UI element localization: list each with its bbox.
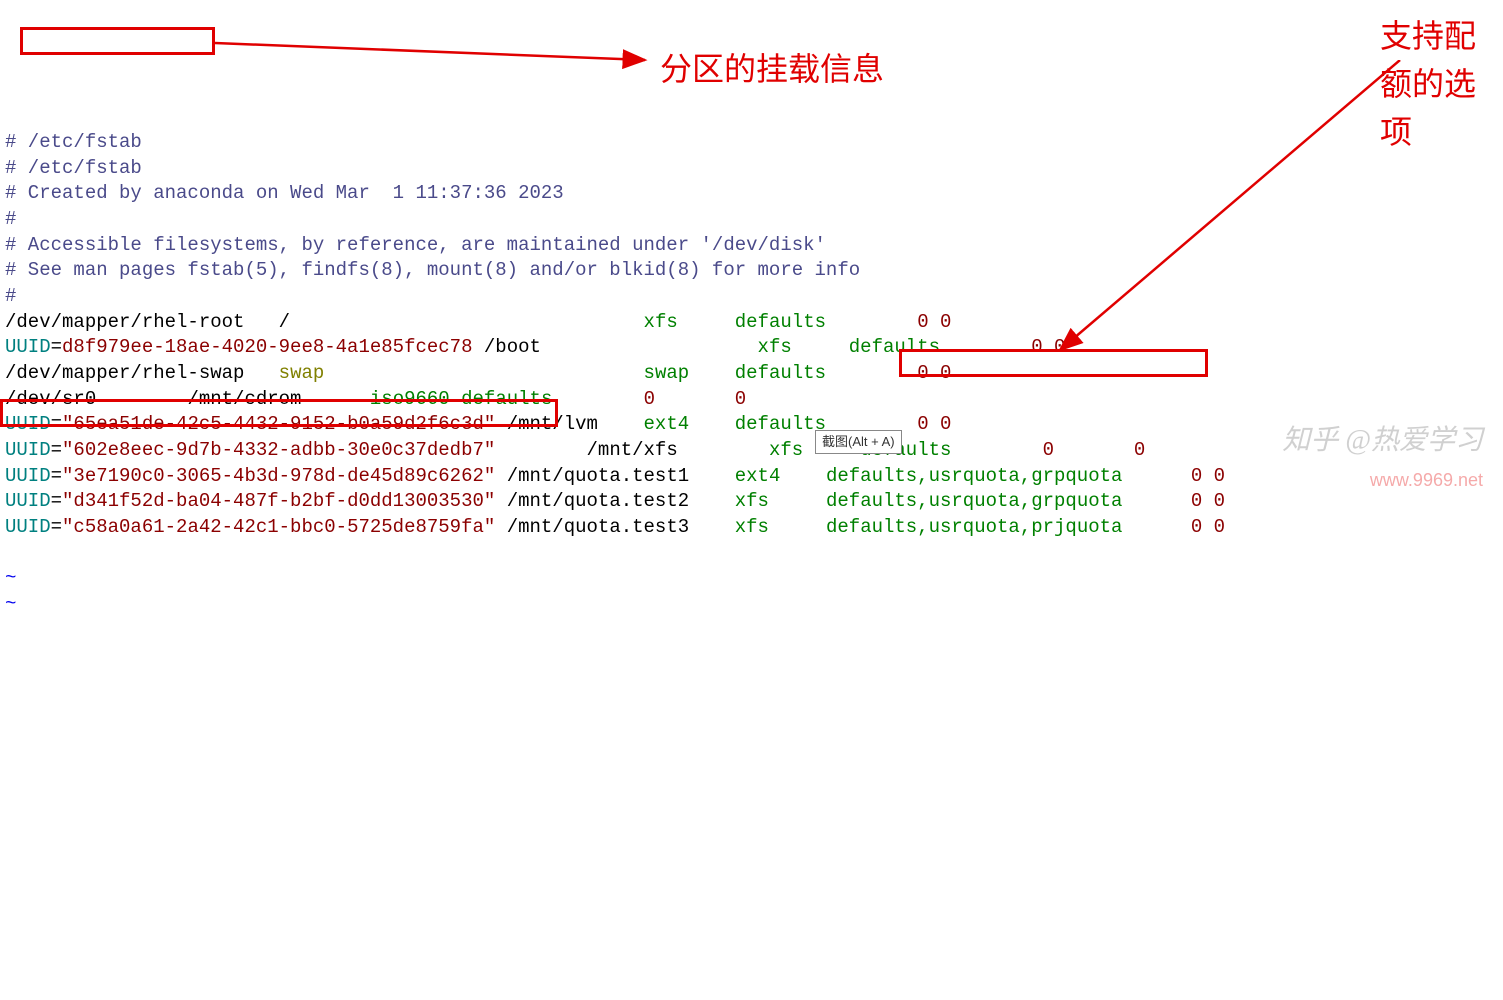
comment-line: # /etc/fstab bbox=[5, 157, 142, 179]
fstab-uuid: 3e7190c0-3065-4b3d-978d-de45d89c6262 bbox=[73, 465, 483, 487]
fstab-pass: 0 bbox=[1134, 439, 1145, 461]
comment-line: # Created by anaconda on Wed Mar 1 11:37… bbox=[5, 182, 564, 204]
comment-line: # bbox=[5, 208, 16, 230]
comment-line: # bbox=[5, 285, 16, 307]
comment-line: # See man pages fstab(5), findfs(8), mou… bbox=[5, 259, 860, 281]
annotation-line: 额的选 bbox=[1380, 66, 1476, 102]
fstab-dump: 0 bbox=[1191, 490, 1202, 512]
fstab-uuid-key: UUID bbox=[5, 413, 51, 435]
fstab-mount: / bbox=[279, 311, 290, 333]
quote: " bbox=[62, 439, 73, 461]
comment-line: # /etc/fstab bbox=[5, 131, 142, 153]
fstab-mount: swap bbox=[279, 362, 325, 384]
fstab-pass: 0 bbox=[940, 413, 951, 435]
fstab-mount: /mnt/quota.test3 bbox=[507, 516, 689, 538]
fstab-mount: /mnt/xfs bbox=[587, 439, 678, 461]
fstab-dump: 0 bbox=[917, 311, 928, 333]
fstab-dump: 0 bbox=[917, 362, 928, 384]
fstab-fs: ext4 bbox=[644, 413, 690, 435]
fstab-uuid-key: UUID bbox=[5, 490, 51, 512]
fstab-uuid: 65ea51de-42c5-4432-9152-b0a59d2f6c3d bbox=[73, 413, 483, 435]
vim-tilde: ~ bbox=[5, 567, 16, 589]
equals: = bbox=[51, 439, 62, 461]
quote: " bbox=[484, 413, 495, 435]
quote: " bbox=[62, 516, 73, 538]
fstab-device: /dev/mapper/rhel-root bbox=[5, 311, 244, 333]
quote: " bbox=[484, 516, 495, 538]
arrow-mount-info bbox=[215, 35, 655, 75]
fstab-mount: /mnt/quota.test1 bbox=[507, 465, 689, 487]
fstab-dump: 0 bbox=[1191, 465, 1202, 487]
quote: " bbox=[484, 490, 495, 512]
fstab-editor[interactable]: # /etc/fstab # /etc/fstab # Created by a… bbox=[0, 103, 1503, 620]
fstab-opts: defaults bbox=[735, 413, 826, 435]
quote: " bbox=[62, 413, 73, 435]
fstab-mount: /mnt/quota.test2 bbox=[507, 490, 689, 512]
fstab-uuid: d341f52d-ba04-487f-b2bf-d0dd13003530 bbox=[73, 490, 483, 512]
fstab-fs: xfs bbox=[769, 439, 803, 461]
annotation-quota-opts: 支持配 额的选 项 bbox=[1380, 12, 1476, 156]
equals: = bbox=[51, 465, 62, 487]
fstab-opts: defaults bbox=[461, 388, 552, 410]
fstab-fs: xfs bbox=[735, 490, 769, 512]
fstab-uuid: c58a0a61-2a42-42c1-bbc0-5725de8759fa bbox=[73, 516, 483, 538]
fstab-dump: 0 bbox=[917, 413, 928, 435]
annotation-mount-info: 分区的挂载信息 bbox=[660, 45, 884, 93]
comment-line: # Accessible filesystems, by reference, … bbox=[5, 234, 826, 256]
fstab-dump: 0 bbox=[1043, 439, 1054, 461]
fstab-opts: defaults,usrquota,grpquota bbox=[826, 490, 1122, 512]
equals: = bbox=[51, 336, 62, 358]
fstab-dump: 0 bbox=[1191, 516, 1202, 538]
fstab-opts: defaults,usrquota,grpquota bbox=[826, 465, 1122, 487]
fstab-mount: /boot bbox=[484, 336, 541, 358]
annotation-line: 项 bbox=[1380, 114, 1412, 150]
watermark-site: www.9969.net bbox=[1370, 468, 1483, 492]
watermark-zhihu: 知乎 @热爱学习 bbox=[1282, 422, 1483, 460]
fstab-fs: ext4 bbox=[735, 465, 781, 487]
fstab-mount: /mnt/cdrom bbox=[187, 388, 301, 410]
fstab-uuid: d8f979ee-18ae-4020-9ee8-4a1e85fcec78 bbox=[62, 336, 472, 358]
fstab-dump: 0 bbox=[1031, 336, 1042, 358]
fstab-uuid-key: UUID bbox=[5, 516, 51, 538]
fstab-opts: defaults bbox=[735, 362, 826, 384]
fstab-pass: 0 bbox=[1214, 465, 1225, 487]
fstab-pass: 0 bbox=[735, 388, 746, 410]
fstab-fs: iso9660 bbox=[370, 388, 450, 410]
fstab-opts: defaults bbox=[735, 311, 826, 333]
fstab-fs: xfs bbox=[758, 336, 792, 358]
annotation-line: 支持配 bbox=[1380, 18, 1476, 54]
quote: " bbox=[62, 490, 73, 512]
fstab-dump: 0 bbox=[644, 388, 655, 410]
screenshot-tooltip: 截图(Alt + A) bbox=[815, 430, 902, 454]
fstab-pass: 0 bbox=[940, 311, 951, 333]
fstab-device: /dev/sr0 bbox=[5, 388, 96, 410]
equals: = bbox=[51, 413, 62, 435]
highlight-fstab-path bbox=[20, 27, 215, 55]
fstab-uuid-key: UUID bbox=[5, 465, 51, 487]
fstab-device: /dev/mapper/rhel-swap bbox=[5, 362, 244, 384]
equals: = bbox=[51, 490, 62, 512]
fstab-pass: 0 bbox=[1214, 490, 1225, 512]
fstab-opts: defaults,usrquota,prjquota bbox=[826, 516, 1122, 538]
fstab-fs: xfs bbox=[735, 516, 769, 538]
equals: = bbox=[51, 516, 62, 538]
fstab-pass: 0 bbox=[940, 362, 951, 384]
fstab-uuid: 602e8eec-9d7b-4332-adbb-30e0c37dedb7 bbox=[73, 439, 483, 461]
vim-tilde: ~ bbox=[5, 593, 16, 615]
fstab-fs: xfs bbox=[644, 311, 678, 333]
fstab-pass: 0 bbox=[1214, 516, 1225, 538]
fstab-opts: defaults bbox=[849, 336, 940, 358]
fstab-pass: 0 bbox=[1054, 336, 1065, 358]
quote: " bbox=[484, 465, 495, 487]
quote: " bbox=[62, 465, 73, 487]
fstab-uuid-key: UUID bbox=[5, 336, 51, 358]
fstab-mount: /mnt/lvm bbox=[507, 413, 598, 435]
fstab-fs: swap bbox=[644, 362, 690, 384]
quote: " bbox=[484, 439, 495, 461]
fstab-uuid-key: UUID bbox=[5, 439, 51, 461]
